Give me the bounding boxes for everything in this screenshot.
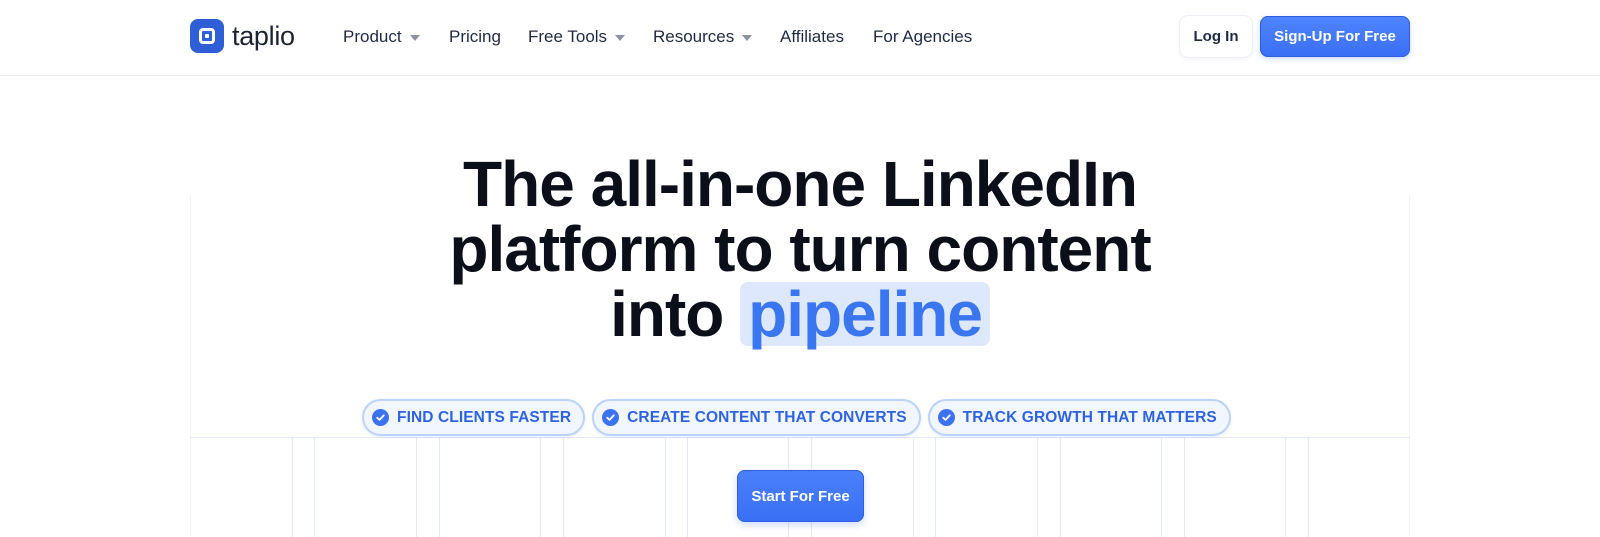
grid-line	[416, 437, 417, 537]
check-circle-icon	[602, 409, 620, 426]
feature-pill-label: FIND CLIENTS FASTER	[397, 408, 572, 426]
grid-divider	[190, 437, 1410, 438]
headline-highlight: pipeline	[740, 282, 990, 346]
grid-line	[1037, 437, 1038, 537]
grid-line	[314, 437, 315, 537]
feature-pill-label: CREATE CONTENT THAT CONVERTS	[627, 408, 907, 426]
nav-free-tools-label: Free Tools	[528, 27, 608, 46]
hero-headline: The all-in-one LinkedIn platform to turn…	[300, 152, 1300, 347]
grid-line	[563, 437, 564, 537]
nav-pricing-label: Pricing	[449, 27, 501, 46]
grid-line	[1285, 437, 1286, 537]
login-button[interactable]: Log In	[1180, 16, 1252, 57]
check-circle-icon	[937, 409, 955, 426]
grid-line	[1161, 437, 1162, 537]
feature-pills: FIND CLIENTS FASTER CREATE CONTENT THAT …	[362, 399, 1231, 436]
taplio-logo-icon	[190, 19, 224, 53]
grid-line	[935, 437, 936, 537]
nav-affiliates-label: Affiliates	[780, 27, 844, 46]
feature-pill-track-growth: TRACK GROWTH THAT MATTERS	[927, 399, 1231, 436]
grid-line	[1308, 437, 1309, 537]
grid-line	[1184, 437, 1185, 537]
grid-line	[1060, 437, 1061, 537]
nav-for-agencies-label: For Agencies	[873, 27, 973, 46]
nav-for-agencies[interactable]: For Agencies	[873, 26, 972, 48]
grid-line	[913, 437, 914, 537]
nav-free-tools[interactable]: Free Tools	[528, 26, 626, 48]
grid-line	[687, 437, 688, 537]
nav-resources[interactable]: Resources	[653, 26, 753, 48]
site-header: taplio Product Pricing Free Tools Resour…	[0, 0, 1600, 76]
feature-pill-create-content: CREATE CONTENT THAT CONVERTS	[592, 399, 921, 436]
headline-line-2: platform to turn content	[449, 213, 1151, 285]
grid-line	[439, 437, 440, 537]
nav-product[interactable]: Product	[343, 26, 420, 48]
taplio-logo[interactable]: taplio	[190, 18, 295, 54]
headline-line-1: The all-in-one LinkedIn	[463, 148, 1138, 220]
chevron-down-icon	[742, 35, 753, 41]
grid-line	[540, 437, 541, 537]
nav-product-label: Product	[343, 27, 402, 46]
signup-button[interactable]: Sign-Up For Free	[1260, 16, 1410, 57]
grid-line	[292, 437, 293, 537]
nav-pricing[interactable]: Pricing	[449, 26, 501, 48]
start-for-free-button[interactable]: Start For Free	[737, 470, 864, 522]
headline-line-3-prefix: into	[610, 278, 724, 350]
feature-pill-find-clients: FIND CLIENTS FASTER	[362, 399, 586, 436]
chevron-down-icon	[615, 35, 626, 41]
grid-line	[665, 437, 666, 537]
feature-pill-label: TRACK GROWTH THAT MATTERS	[962, 408, 1217, 426]
nav-affiliates[interactable]: Affiliates	[780, 26, 844, 48]
check-circle-icon	[372, 409, 389, 426]
chevron-down-icon	[409, 35, 420, 41]
logo-text: taplio	[232, 20, 295, 51]
nav-resources-label: Resources	[653, 27, 735, 46]
